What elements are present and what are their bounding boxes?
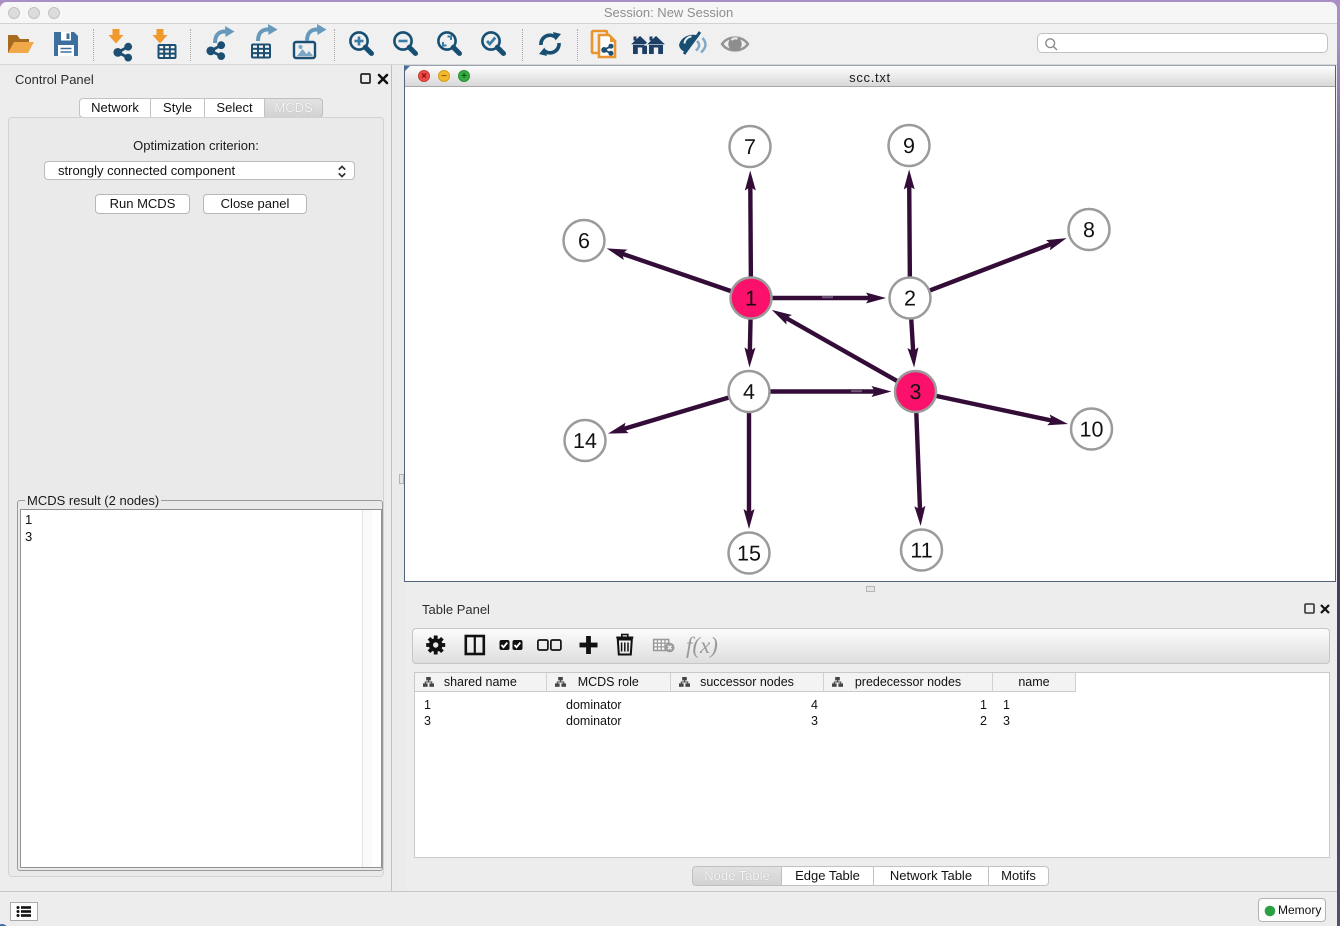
svg-text:11: 11 xyxy=(910,539,932,563)
svg-text:14: 14 xyxy=(573,429,597,453)
svg-text:6: 6 xyxy=(578,229,590,253)
svg-text:2: 2 xyxy=(904,287,916,311)
svg-text:9: 9 xyxy=(903,134,915,158)
svg-text:15: 15 xyxy=(737,542,761,566)
svg-text:8: 8 xyxy=(1083,218,1095,242)
svg-text:7: 7 xyxy=(744,135,756,159)
svg-text:3: 3 xyxy=(910,380,922,404)
svg-text:10: 10 xyxy=(1080,418,1104,442)
svg-text:4: 4 xyxy=(743,380,755,404)
svg-text:f(x): f(x) xyxy=(686,633,718,658)
svg-text:1: 1 xyxy=(745,287,757,311)
